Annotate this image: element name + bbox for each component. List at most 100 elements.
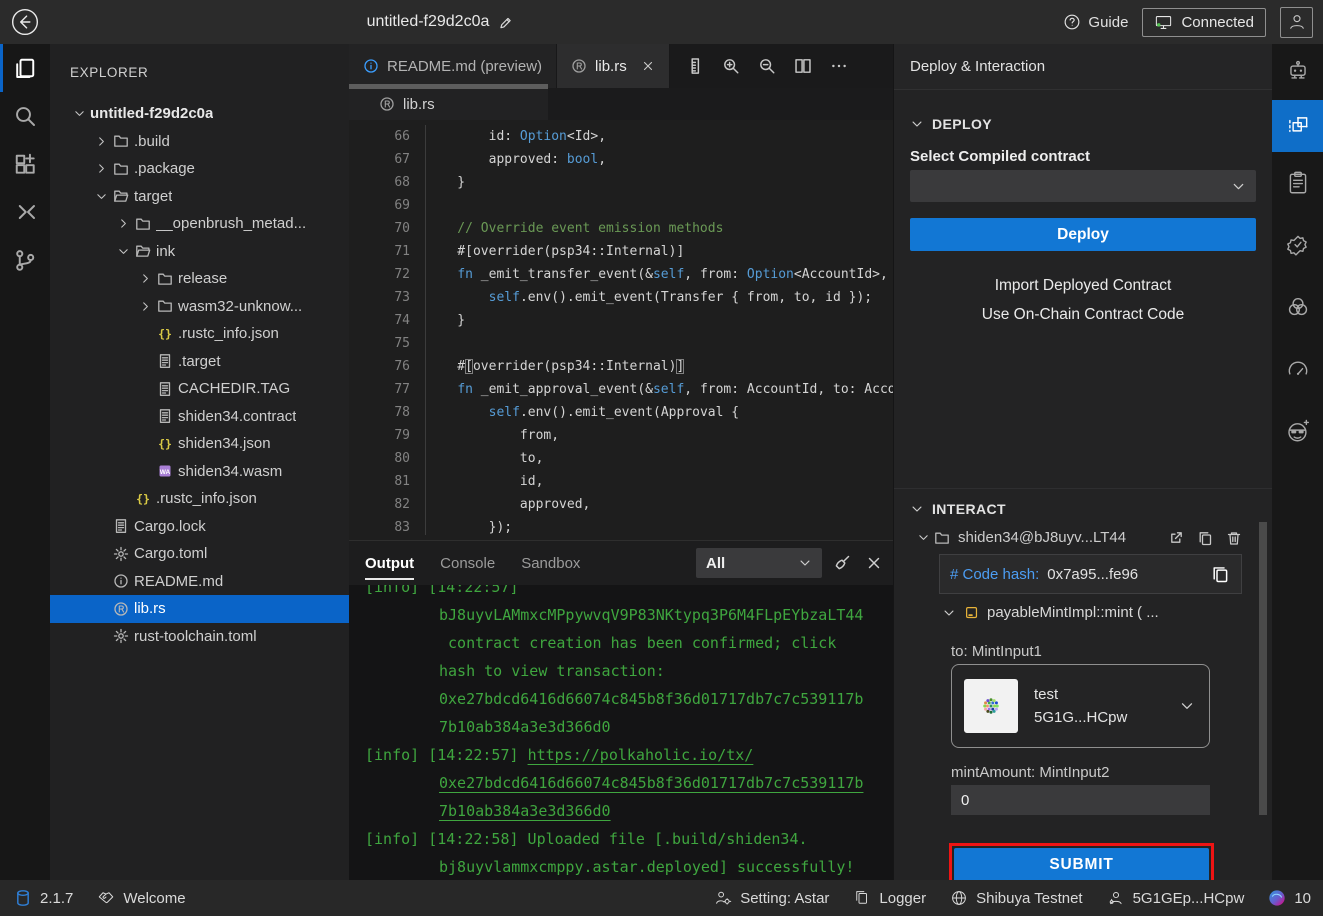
folder-icon — [110, 133, 132, 149]
ruler-icon[interactable] — [686, 57, 704, 75]
pencil-icon[interactable] — [498, 15, 513, 30]
tree-item-release[interactable]: release — [50, 265, 349, 293]
status-version[interactable]: 2.1.7 — [14, 889, 73, 907]
activity-verify[interactable] — [1272, 214, 1323, 276]
gear-icon — [110, 546, 132, 562]
code-line: 72 fn _emit_transfer_event(&self, from: … — [349, 263, 893, 286]
tree-item-__openbrush_metad...[interactable]: __openbrush_metad... — [50, 210, 349, 238]
close-icon[interactable] — [865, 554, 883, 572]
tree-item-Cargo.lock[interactable]: Cargo.lock — [50, 513, 349, 541]
code-text — [425, 194, 893, 217]
code-token: , from: AccountId, to: Accou — [684, 382, 893, 397]
split-icon[interactable] — [794, 57, 812, 75]
code-line: 74 } — [349, 309, 893, 332]
import-deployed-contract-link[interactable]: Import Deployed Contract — [910, 277, 1256, 295]
activity-search[interactable] — [0, 92, 50, 140]
mint-amount-input[interactable] — [951, 785, 1210, 815]
tree-item-label: README.md — [134, 573, 223, 590]
external-link-icon[interactable] — [1168, 530, 1184, 546]
copy-icon[interactable] — [1197, 530, 1213, 546]
avatar[interactable] — [1280, 7, 1313, 38]
cool-face-icon — [1285, 418, 1311, 444]
guide-button[interactable]: Guide — [1063, 13, 1128, 31]
back-circle-icon[interactable] — [10, 7, 40, 37]
tree-item-.rustc_info.json[interactable]: {}.rustc_info.json — [50, 485, 349, 513]
activity-openai[interactable] — [1272, 276, 1323, 338]
activity-fun[interactable] — [1272, 400, 1323, 462]
status-balance[interactable]: 10 — [1268, 889, 1311, 907]
code-token: approved, — [426, 497, 590, 512]
activity-deploy-interaction[interactable] — [1272, 100, 1323, 152]
activity-clipboard[interactable] — [1272, 152, 1323, 214]
tab-readme[interactable]: README.md (preview) — [349, 44, 557, 88]
tree-item-README.md[interactable]: README.md — [50, 568, 349, 596]
tree-item-wasm32-unknow...[interactable]: wasm32-unknow... — [50, 293, 349, 321]
deploy-button[interactable]: Deploy — [910, 218, 1256, 251]
tree-item-rust-toolchain.toml[interactable]: rust-toolchain.toml — [50, 623, 349, 651]
tree-item-shiden34.wasm[interactable]: WAshiden34.wasm — [50, 458, 349, 486]
submit-button[interactable]: SUBMIT — [954, 848, 1209, 882]
deploy-section-header[interactable]: DEPLOY — [910, 116, 1256, 132]
deploy-section: DEPLOY Select Compiled contract Deploy I… — [894, 90, 1272, 324]
ellipsis-icon[interactable] — [830, 57, 848, 75]
activity-collapse[interactable] — [0, 188, 50, 236]
deployed-contract-row[interactable]: shiden34@bJ8uyv...LT44 — [910, 529, 1256, 546]
chevron-down-icon — [914, 531, 932, 544]
deploy-interaction-panel: Deploy & Interaction DEPLOY Select Compi… — [893, 44, 1272, 880]
trash-icon[interactable] — [1226, 530, 1242, 546]
tree-item-.package[interactable]: .package — [50, 155, 349, 183]
interact-section-header[interactable]: INTERACT — [910, 501, 1256, 517]
tab-readme-label: README.md (preview) — [387, 58, 542, 75]
tab-librs[interactable]: lib.rs — [557, 44, 670, 88]
person-icon — [1287, 12, 1307, 32]
use-onchain-code-link[interactable]: Use On-Chain Contract Code — [910, 306, 1256, 324]
to-input-label: to: MintInput1 — [951, 643, 1256, 660]
activity-gauge[interactable] — [1272, 338, 1323, 400]
tree-item-Cargo.toml[interactable]: Cargo.toml — [50, 540, 349, 568]
log-link[interactable]: 0xe27bdcd6416d66074c845b8f36d01717db7c7c… — [439, 774, 863, 792]
tree-item-.rustc_info.json[interactable]: {}.rustc_info.json — [50, 320, 349, 348]
code-token: } — [426, 313, 465, 328]
zoom-in-icon[interactable] — [722, 57, 740, 75]
status-setting[interactable]: Setting: Astar — [714, 889, 829, 907]
output-tab-sandbox[interactable]: Sandbox — [521, 541, 580, 585]
code-editor[interactable]: 66 id: Option<Id>,67 approved: bool,68 }… — [349, 120, 893, 535]
tree-item-target[interactable]: target — [50, 183, 349, 211]
close-icon[interactable] — [641, 59, 655, 73]
line-number: 71 — [349, 240, 410, 263]
chevron-down-icon — [70, 107, 88, 120]
activity-source-control[interactable] — [0, 236, 50, 284]
log-filter-select[interactable]: All — [696, 548, 822, 578]
activity-ai-assistant[interactable] — [1272, 44, 1323, 100]
activity-extensions[interactable] — [0, 140, 50, 188]
tree-item-shiden34.contract[interactable]: shiden34.contract — [50, 403, 349, 431]
zoom-out-icon[interactable] — [758, 57, 776, 75]
log-link[interactable]: 7b10ab384a3e3d366d0 — [439, 802, 611, 820]
tree-item-shiden34.json[interactable]: {}shiden34.json — [50, 430, 349, 458]
tree-item-.build[interactable]: .build — [50, 128, 349, 156]
status-welcome[interactable]: Welcome — [97, 889, 185, 907]
tree-item-ink[interactable]: ink — [50, 238, 349, 266]
status-account[interactable]: 5G1GEp...HCpw — [1107, 889, 1245, 907]
account-select[interactable]: test 5G1G...HCpw — [951, 664, 1210, 748]
breadcrumb[interactable]: lib.rs — [349, 88, 548, 120]
status-logger[interactable]: Logger — [853, 889, 926, 907]
tab-scrollbar[interactable] — [349, 84, 548, 89]
connected-status[interactable]: Connected — [1142, 8, 1266, 37]
mint-method-row[interactable]: payableMintImpl::mint ( ... — [942, 604, 1256, 621]
tree-item-CACHEDIR.TAG[interactable]: CACHEDIR.TAG — [50, 375, 349, 403]
tree-item-.target[interactable]: .target — [50, 348, 349, 376]
output-tab-output[interactable]: Output — [365, 541, 414, 585]
tree-item-label: .rustc_info.json — [178, 325, 279, 342]
compiled-contract-select[interactable] — [910, 170, 1256, 202]
tree-item-lib.rs[interactable]: lib.rs — [50, 595, 349, 623]
tree-item-untitled-f29d2c0a[interactable]: untitled-f29d2c0a — [50, 100, 349, 128]
status-network[interactable]: Shibuya Testnet — [950, 889, 1082, 907]
output-tab-console[interactable]: Console — [440, 541, 495, 585]
broom-icon[interactable] — [833, 554, 851, 572]
panel-scrollbar[interactable] — [1259, 522, 1267, 815]
log-line: bJ8uyvLAMmxcMPpywvqV9P83NKtypq3P6M4FLpEY… — [365, 601, 893, 629]
activity-explorer[interactable] — [0, 44, 50, 92]
log-link[interactable]: https://polkaholic.io/tx/ — [528, 746, 754, 764]
copy-large-icon[interactable] — [1210, 564, 1231, 585]
